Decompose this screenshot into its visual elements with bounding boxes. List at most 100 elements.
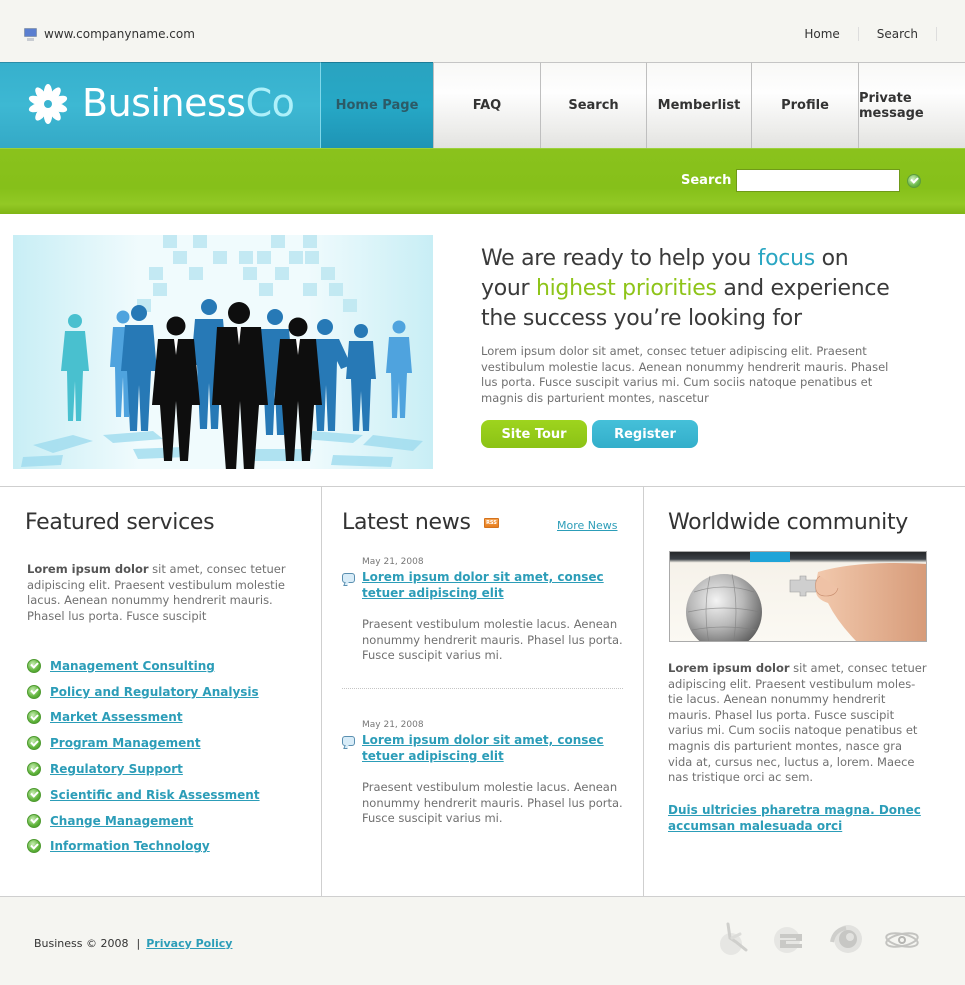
service-link[interactable]: Change Management [50, 814, 193, 828]
community-image [669, 551, 927, 642]
hero-title: We are ready to help you focus on your h… [481, 244, 901, 334]
hero-image [13, 235, 433, 469]
lead-bold: Lorem ipsum dolor [27, 562, 149, 576]
lead-text: sit amet, consec tetuer adipiscing elit.… [668, 661, 927, 785]
top-link-home[interactable]: Home [786, 27, 859, 41]
site-url-text: www.companyname.com [44, 27, 195, 41]
check-circle-icon [27, 658, 41, 673]
nav-profile[interactable]: Profile [751, 62, 858, 148]
hero-title-highlight-priorities: highest priorities [535, 276, 717, 301]
nav-memberlist[interactable]: Memberlist [646, 62, 751, 148]
news-title-link[interactable]: Lorem ipsum dolor sit amet, consec tetue… [362, 732, 624, 764]
check-circle-icon [27, 762, 41, 777]
privacy-policy-link[interactable]: Privacy Policy [146, 937, 232, 950]
news-date: May 21, 2008 [362, 557, 424, 567]
service-item: Information Technology [27, 834, 260, 860]
rss-icon[interactable]: RSS [484, 518, 499, 528]
top-bar: www.companyname.com Home Search [0, 0, 965, 62]
footer: Business © 2008 | Privacy Policy [0, 898, 965, 985]
service-item: Program Management [27, 730, 260, 756]
swirl-logo-icon[interactable] [828, 922, 864, 958]
logo[interactable]: BusinessCo [0, 62, 320, 148]
check-circle-icon [27, 684, 41, 699]
site-url: www.companyname.com [24, 27, 195, 41]
news-body: Praesent vestibulum molestie lacus. Aene… [362, 617, 623, 663]
services-list: Management Consulting Policy and Regulat… [27, 653, 260, 859]
news-item: May 21, 2008 Lorem ipsum dolor sit amet,… [342, 720, 624, 827]
e-logo-icon[interactable] [772, 922, 808, 958]
main-nav: Home Page FAQ Search Memberlist Profile … [320, 62, 965, 148]
search-label: Search [681, 173, 732, 188]
service-link[interactable]: Information Technology [50, 839, 210, 853]
featured-services: Featured services Lorem ipsum dolor sit … [0, 487, 322, 897]
hero: We are ready to help you focus on your h… [0, 214, 965, 486]
service-link[interactable]: Scientific and Risk Assessment [50, 788, 260, 802]
service-link[interactable]: Regulatory Support [50, 762, 183, 776]
service-link[interactable]: Market Assessment [50, 710, 183, 724]
community-link[interactable]: Duis ultricies pharetra magna. Donec acc… [668, 802, 928, 834]
latest-news-title: Latest news [342, 510, 471, 535]
community-lead: Lorem ipsum dolor sit amet, consec tetue… [668, 661, 928, 786]
copyright-text: Business © 2008 [34, 937, 129, 950]
copyright: Business © 2008 | Privacy Policy [34, 937, 232, 950]
content-columns: Featured services Lorem ipsum dolor sit … [0, 486, 965, 897]
lead-bold: Lorem ipsum dolor [668, 661, 790, 675]
check-circle-icon [27, 787, 41, 802]
news-item: May 21, 2008 Lorem ipsum dolor sit amet,… [342, 557, 624, 664]
hero-text: We are ready to help you focus on your h… [481, 244, 901, 449]
accessibility-logo-icon[interactable] [716, 922, 752, 958]
more-news-link[interactable]: More News [557, 519, 618, 532]
service-link[interactable]: Program Management [50, 736, 201, 750]
search-input[interactable] [736, 169, 900, 192]
service-link[interactable]: Policy and Regulatory Analysis [50, 685, 259, 699]
service-item: Management Consulting [27, 653, 260, 679]
business-people-illustration [21, 235, 423, 469]
service-link[interactable]: Management Consulting [50, 659, 215, 673]
comment-bubble-icon [342, 736, 355, 746]
check-circle-icon [27, 736, 41, 751]
nav-home-page[interactable]: Home Page [320, 62, 433, 148]
search-bar: Search [0, 148, 965, 218]
news-title: Lorem ipsum dolor sit amet, consec tetue… [342, 732, 624, 764]
atom-logo-icon[interactable] [884, 922, 920, 958]
flower-logo-icon [28, 84, 68, 124]
register-button[interactable]: Register [592, 420, 698, 449]
hero-title-part: We are ready to help you [481, 246, 758, 271]
news-title-link[interactable]: Lorem ipsum dolor sit amet, consec tetue… [362, 569, 624, 601]
check-circle-icon [27, 710, 41, 725]
partner-logos [716, 922, 920, 958]
news-date: May 21, 2008 [362, 720, 424, 730]
news-title: Lorem ipsum dolor sit amet, consec tetue… [342, 569, 624, 601]
logo-text: BusinessCo [82, 81, 295, 125]
community-title: Worldwide community [668, 510, 909, 535]
header: BusinessCo Home Page FAQ Search Memberli… [0, 62, 965, 148]
worldwide-community: Worldwide community Lorem ipsum dolor si… [644, 487, 965, 897]
hero-title-highlight-focus: focus [757, 246, 816, 271]
hero-buttons: Site Tour Register [481, 420, 901, 449]
service-item: Market Assessment [27, 705, 260, 731]
check-circle-icon [27, 813, 41, 828]
site-tour-button[interactable]: Site Tour [481, 420, 587, 449]
service-item: Scientific and Risk Assessment [27, 782, 260, 808]
news-divider [342, 688, 623, 689]
featured-services-lead: Lorem ipsum dolor sit amet, consec tetue… [27, 562, 297, 624]
computer-icon [24, 27, 37, 41]
logo-text-accent: Co [245, 81, 295, 125]
top-links: Home Search [786, 27, 937, 41]
search-submit-button[interactable] [907, 174, 921, 188]
service-item: Policy and Regulatory Analysis [27, 679, 260, 705]
puzzle-globe-illustration [686, 552, 926, 641]
featured-services-title: Featured services [25, 510, 215, 535]
nav-search[interactable]: Search [540, 62, 646, 148]
top-link-search[interactable]: Search [859, 27, 937, 41]
latest-news: Latest news RSS More News May 21, 2008 L… [322, 487, 644, 897]
service-item: Regulatory Support [27, 756, 260, 782]
logo-text-main: Business [82, 81, 246, 125]
service-item: Change Management [27, 808, 260, 834]
news-body: Praesent vestibulum molestie lacus. Aene… [362, 780, 623, 826]
nav-faq[interactable]: FAQ [433, 62, 540, 148]
nav-private-message[interactable]: Private message [858, 62, 965, 148]
footer-separator: | [136, 937, 141, 950]
check-circle-icon [27, 839, 41, 854]
hero-body: Lorem ipsum dolor sit amet, consec tetue… [481, 344, 889, 405]
